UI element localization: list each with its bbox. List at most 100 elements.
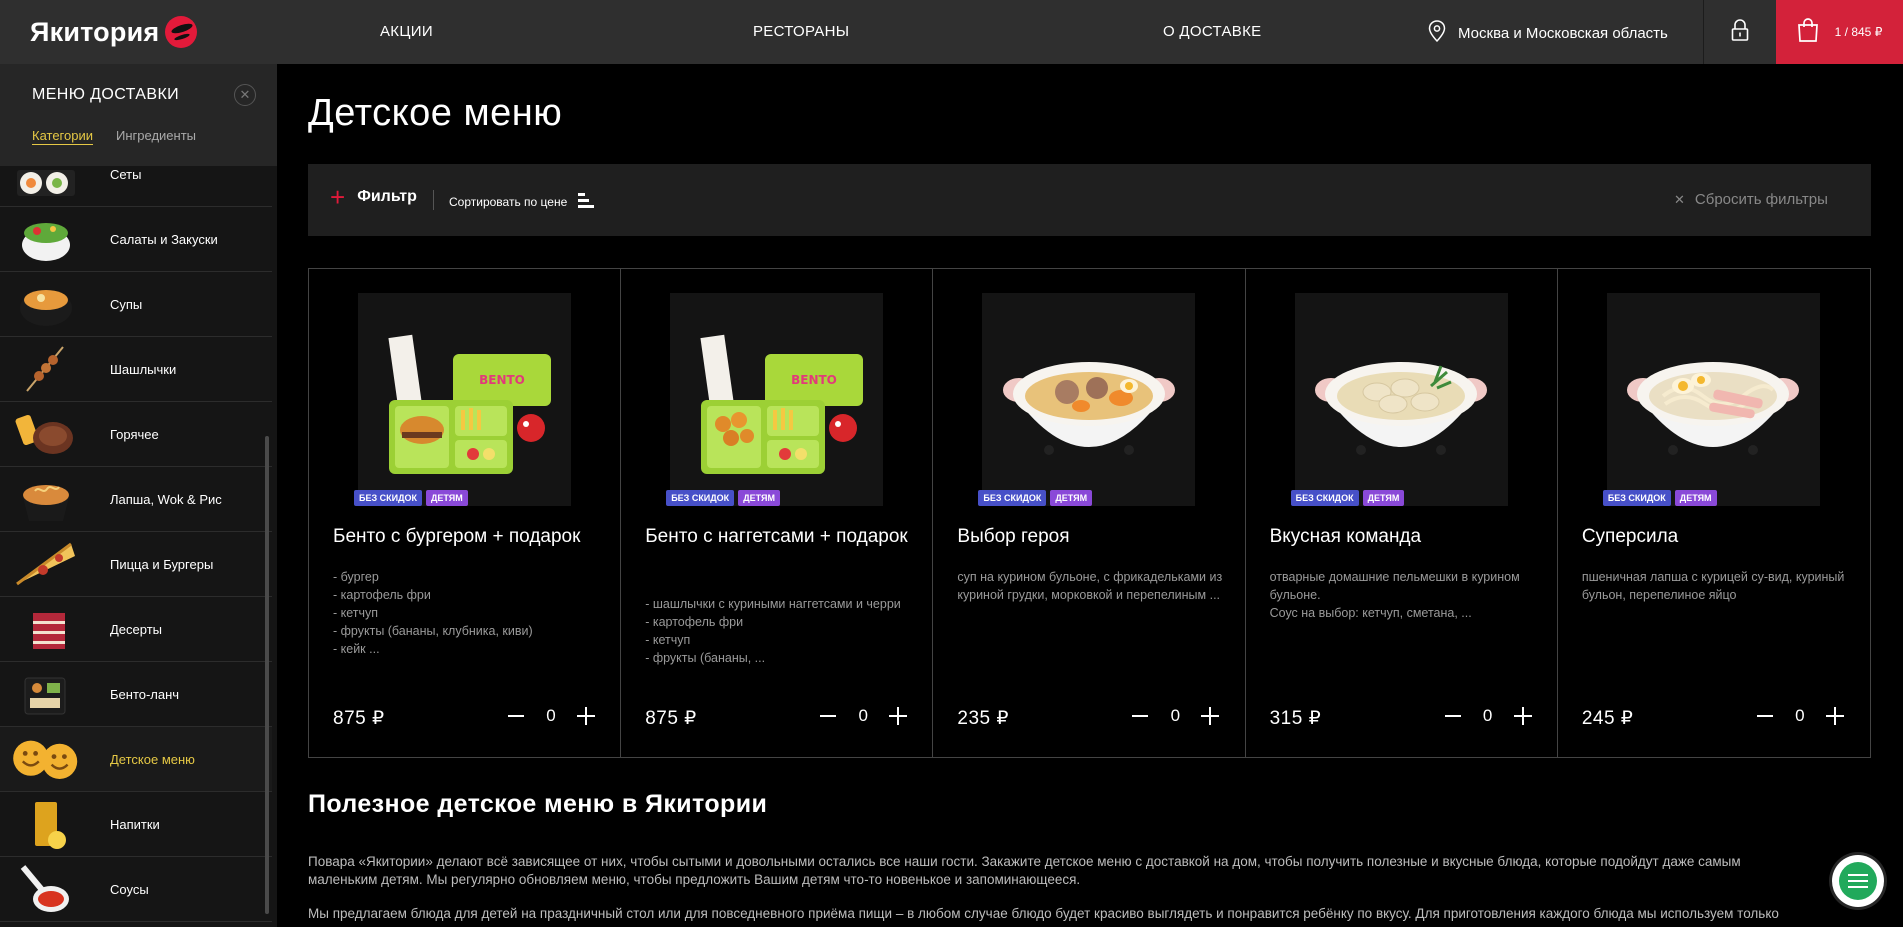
- sidebar-item-label: Десерты: [110, 621, 163, 637]
- noodle-soup-image[interactable]: [1606, 293, 1820, 506]
- sidebar-item-noodles[interactable]: Лапша, Wok & Рис: [0, 467, 272, 532]
- sauce-spoon-icon: [10, 860, 82, 918]
- sidebar-item-skewers[interactable]: Шашлычки: [0, 337, 272, 402]
- chat-button[interactable]: [1832, 855, 1884, 907]
- filter-divider: [433, 190, 434, 210]
- category-list: Сеты Салаты и Закуски Супы Шашлычки Горя…: [0, 142, 272, 922]
- sort-bars-icon: [577, 191, 595, 212]
- product-description: - бургер - картофель фри - кетчуп - фрук…: [333, 570, 533, 656]
- plus-icon[interactable]: [1199, 705, 1221, 727]
- shopping-bag-icon: [1797, 17, 1819, 48]
- seo-paragraph: Повара «Якитории» делают всё зависящее о…: [308, 854, 1741, 887]
- sidebar-item-kids-menu[interactable]: Детское меню: [0, 727, 272, 792]
- pizza-slice-icon: [10, 535, 82, 593]
- bento-burger-image[interactable]: BENTO: [358, 293, 571, 506]
- svg-text:BENTO: BENTO: [791, 373, 837, 387]
- sidebar-item-pizza-burgers[interactable]: Пицца и Бургеры: [0, 532, 272, 597]
- plus-icon[interactable]: [887, 705, 909, 727]
- product-price: 235 ₽: [957, 708, 1009, 729]
- sidebar-item-drinks[interactable]: Напитки: [0, 792, 272, 857]
- quantity-stepper: 0: [1754, 705, 1846, 727]
- tab-ingredients[interactable]: Ингредиенты: [116, 128, 196, 143]
- close-icon[interactable]: ✕: [234, 84, 256, 106]
- nav-promotions[interactable]: АКЦИИ: [380, 23, 433, 40]
- quantity-value: 0: [1482, 706, 1493, 725]
- minus-icon[interactable]: [1442, 705, 1464, 727]
- nav-restaurants[interactable]: РЕСТОРАНЫ: [753, 23, 849, 40]
- product-title[interactable]: Вкусная команда: [1270, 523, 1540, 550]
- product-card[interactable]: BENTO БЕЗ СКИДОК ДЕТЯМ Бенто с наггетсам…: [621, 269, 934, 757]
- soup-bowl-icon: [10, 275, 82, 333]
- quantity-stepper: 0: [817, 705, 909, 727]
- sidebar-title: МЕНЮ ДОСТАВКИ: [32, 86, 180, 103]
- product-card[interactable]: БЕЗ СКИДОК ДЕТЯМ Суперсила пшеничная лап…: [1558, 269, 1870, 757]
- bento-nuggets-image[interactable]: BENTO: [670, 293, 884, 506]
- sidebar-item-bento-lunch[interactable]: Бенто-ланч: [0, 662, 272, 727]
- sidebar-item-label: Пицца и Бургеры: [110, 556, 214, 572]
- product-description: отварные домашние пельмешки в курином бу…: [1269, 570, 1520, 620]
- map-pin-icon: [1428, 20, 1446, 46]
- minus-icon[interactable]: [817, 705, 839, 727]
- reset-filters-button[interactable]: ✕ Сбросить фильтры: [1674, 191, 1828, 208]
- nav-delivery-info[interactable]: О ДОСТАВКЕ: [1163, 23, 1261, 40]
- sidebar-item-label: Шашлычки: [110, 361, 177, 377]
- product-card[interactable]: БЕЗ СКИДОК ДЕТЯМ Вкусная команда отварны…: [1246, 269, 1558, 757]
- no-discount-badge: БЕЗ СКИДОК: [1602, 490, 1671, 506]
- top-header: Якитория АКЦИИ РЕСТОРАНЫ О ДОСТАВКЕ Моск…: [0, 0, 1903, 64]
- product-title[interactable]: Выбор героя: [957, 523, 1227, 550]
- cart-button[interactable]: 1 / 845 ₽: [1776, 0, 1903, 64]
- product-card[interactable]: BENTO БЕЗ СКИДОК ДЕТЯМ Бенто с бургером …: [309, 269, 622, 757]
- no-discount-badge: БЕЗ СКИДОК: [978, 490, 1047, 506]
- product-price: 315 ₽: [1269, 708, 1322, 729]
- sidebar-item-hot[interactable]: Горячее: [0, 402, 272, 467]
- product-title[interactable]: Бенто с наггетсами + подарок: [645, 523, 915, 550]
- quantity-value: 0: [1170, 706, 1181, 725]
- product-price: 875 ₽: [645, 708, 697, 729]
- minus-icon[interactable]: [1129, 705, 1151, 727]
- sidebar-item-label: Сеты: [110, 166, 142, 182]
- location-selector[interactable]: Москва и Московская область: [1428, 20, 1668, 46]
- tab-categories[interactable]: Категории: [32, 128, 93, 145]
- bento-box-icon: [10, 665, 82, 723]
- sidebar-item-label: Соусы: [110, 881, 149, 897]
- quantity-value: 0: [546, 706, 556, 725]
- sidebar-scrollbar[interactable]: [265, 436, 269, 914]
- steak-icon: [10, 405, 82, 463]
- sidebar-item-salads[interactable]: Салаты и Закуски: [0, 207, 272, 272]
- delivery-menu-sidebar: МЕНЮ ДОСТАВКИ ✕ Категории Ингредиенты Се…: [0, 64, 277, 927]
- sidebar-item-label: Салаты и Закуски: [110, 231, 218, 247]
- plus-icon[interactable]: [575, 705, 597, 727]
- plus-icon[interactable]: [1824, 705, 1846, 727]
- dumpling-soup-image[interactable]: [1294, 293, 1508, 506]
- sidebar-item-soups[interactable]: Супы: [0, 272, 272, 337]
- no-discount-badge: БЕЗ СКИДОК: [354, 490, 422, 506]
- filter-bar: + Фильтр Сортировать по цене ✕ Сбросить …: [308, 164, 1871, 236]
- plus-icon[interactable]: [1512, 705, 1534, 727]
- close-icon: ✕: [1674, 191, 1685, 207]
- quantity-value: 0: [858, 706, 868, 725]
- kids-badge: ДЕТЯМ: [425, 490, 468, 506]
- meatball-soup-image[interactable]: [982, 293, 1196, 506]
- seo-heading: Полезное детское меню в Якитории: [308, 790, 768, 818]
- product-description: суп на курином бульоне, с фрикадельками …: [957, 570, 1223, 602]
- kids-badge: ДЕТЯМ: [738, 490, 780, 506]
- sidebar-item-label: Супы: [110, 296, 143, 312]
- minus-icon[interactable]: [505, 705, 527, 727]
- sidebar-item-sauces[interactable]: Соусы: [0, 857, 272, 922]
- login-button[interactable]: [1704, 0, 1776, 64]
- quantity-stepper: 0: [1442, 705, 1534, 727]
- product-title[interactable]: Бенто с бургером + подарок: [333, 523, 603, 550]
- logo[interactable]: Якитория: [30, 16, 198, 48]
- sidebar-item-label: Бенто-ланч: [110, 686, 180, 702]
- quantity-stepper: 0: [1129, 705, 1221, 727]
- badge-group: БЕЗ СКИДОК ДЕТЯМ: [1602, 490, 1717, 506]
- filter-button[interactable]: + Фильтр: [330, 184, 417, 210]
- sidebar-item-desserts[interactable]: Десерты: [0, 597, 272, 662]
- product-title[interactable]: Суперсила: [1582, 523, 1852, 550]
- minus-icon[interactable]: [1754, 705, 1776, 727]
- logo-mark-icon: [165, 16, 198, 48]
- page-title: Детское меню: [308, 92, 563, 134]
- sort-by-price-button[interactable]: Сортировать по цене: [449, 191, 595, 212]
- quantity-value: 0: [1795, 706, 1805, 725]
- product-card[interactable]: БЕЗ СКИДОК ДЕТЯМ Выбор героя суп на кури…: [933, 269, 1246, 757]
